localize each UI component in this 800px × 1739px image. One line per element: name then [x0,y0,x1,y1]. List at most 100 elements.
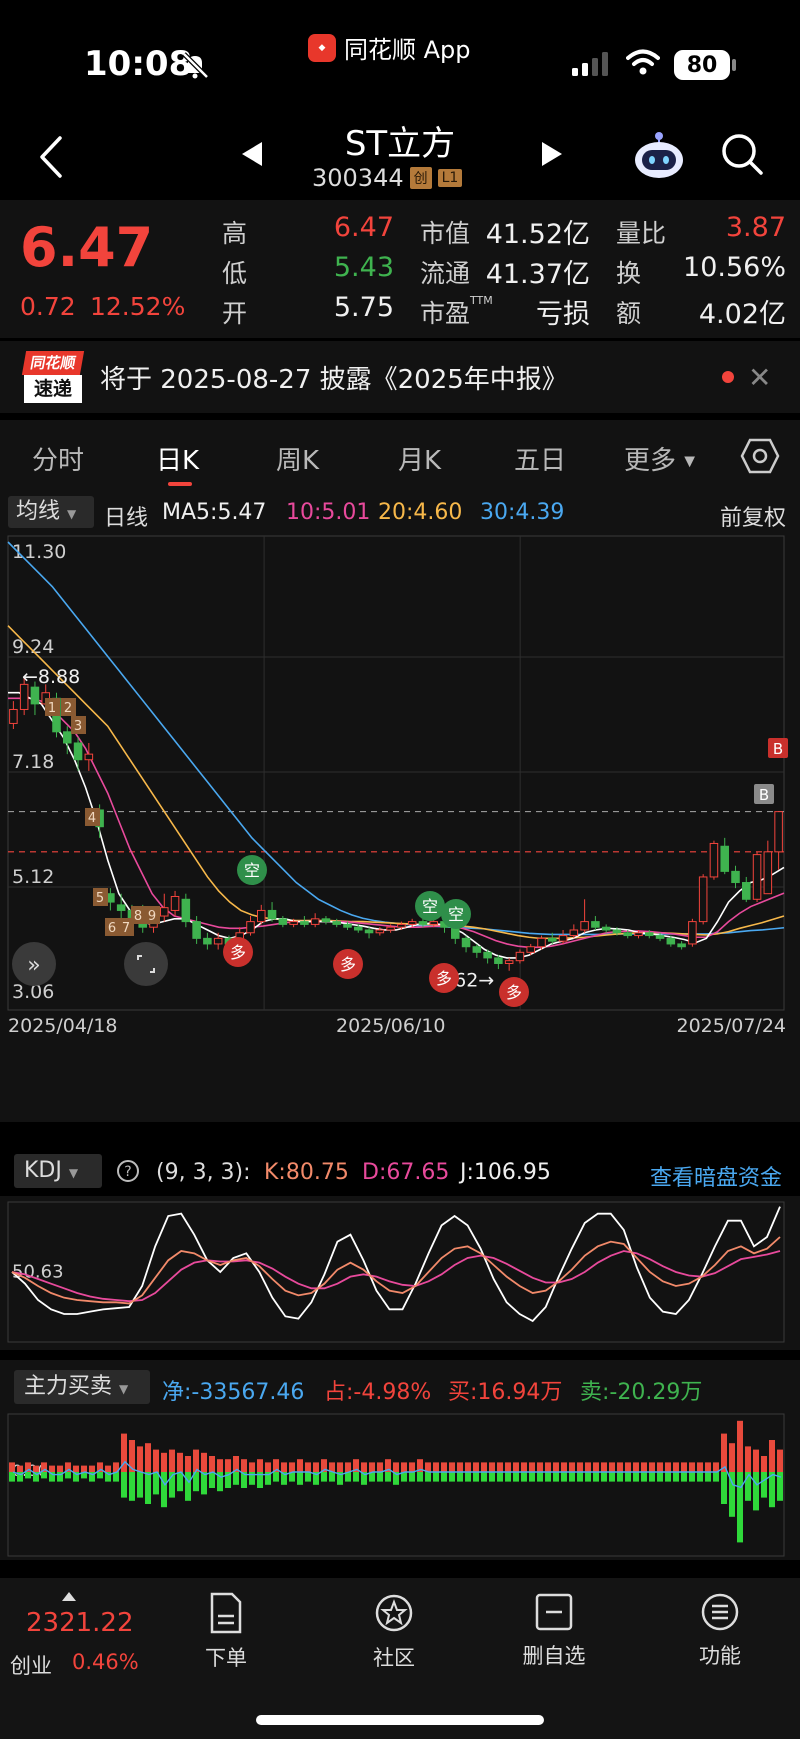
place-order-button[interactable]: 下单 [166,1592,286,1672]
home-indicator[interactable] [256,1715,544,1725]
count-mark-label: 1 [48,701,56,716]
expand-chart-button[interactable]: » [12,942,56,986]
buy-bar [193,1449,199,1472]
battery-level: 80 [674,50,730,80]
main-force-selector[interactable]: 主力买卖 ▼ [14,1370,150,1404]
candle-body [601,926,611,931]
turnover-value: 10.56% [683,252,786,283]
kline-chart[interactable]: 11.309.247.185.123.06←8.883.62→1 23456 78 9… [0,532,800,1122]
candle-body [461,937,471,948]
buy-bar [185,1456,191,1472]
sell-bar [521,1472,527,1482]
sell-bar [505,1472,511,1482]
buy-marker-label: B [759,786,769,804]
sell-bar [673,1472,679,1482]
fullscreen-button[interactable] [124,942,168,986]
buy-bar [601,1462,607,1472]
buy-bar [369,1462,375,1472]
close-icon[interactable]: ✕ [748,361,771,394]
sell-bar [737,1472,743,1543]
sell-bar [577,1472,583,1482]
sell-bar [545,1472,551,1482]
ai-assistant-robot-icon[interactable] [632,130,686,180]
next-stock-icon[interactable] [540,140,564,168]
kdj-params: (9, 3, 3): [156,1160,251,1185]
sell-bar [593,1472,599,1482]
ma-selector[interactable]: 均线 ▼ [8,496,94,528]
price-change-pct: 12.52% [90,292,186,321]
functions-button[interactable]: 功能 [660,1592,780,1670]
buy-bar [145,1443,151,1472]
board-tag: 创 [409,167,432,189]
sell-bar [377,1472,383,1482]
candle-body [645,932,654,937]
buy-bar [577,1462,583,1472]
tab-weekly-k[interactable]: 周K [276,440,319,477]
community-star-icon [375,1594,413,1632]
buy-bar [73,1465,79,1472]
kline-chart-panel[interactable]: 11.30 9.24 7.18 5.12 3.06 ←8.88 3.62→ 1 2 3 4 5 6 7 8 9… [0,532,800,1122]
kdj-k-value: K:80.75 [264,1160,349,1185]
buy-bar [49,1465,55,1472]
help-icon[interactable]: ? [116,1159,140,1183]
buy-bar [585,1462,591,1472]
tab-five-day[interactable]: 五日 [514,440,566,477]
sell-bar [481,1472,487,1482]
candle-body [677,943,686,948]
order-document-icon [210,1592,242,1634]
app-logo-icon: ◆ [308,33,336,62]
chart-period-tabs: 分时 日K 周K 月K 五日 更多 ▼ [0,420,800,492]
sell-bar [433,1472,439,1482]
buy-bar [513,1462,519,1472]
main-force-chart[interactable]: 0.00 [0,1410,800,1560]
sell-bar [513,1472,519,1482]
buy-bar [409,1462,415,1472]
expand-up-icon[interactable] [62,1592,76,1601]
sell-bar [153,1472,159,1495]
candle-body [504,960,514,964]
adjust-mode[interactable]: 前复权 [720,500,786,532]
sell-bar [449,1472,455,1482]
short-signal-label: 空 [448,905,464,924]
kdj-k-line [11,1236,781,1305]
kdj-chart-panel[interactable]: 50.63 [0,1196,800,1350]
candle-body [634,932,643,937]
news-notice-bar[interactable]: 同花顺 速递 将于 2025-08-27 披露《2025年中报》 ✕ [0,341,800,413]
kdj-selector[interactable]: KDJ ▼ [14,1154,102,1188]
level-tag: L1 [437,169,463,187]
notice-text: 将于 2025-08-27 披露《2025年中报》 [100,365,568,395]
settings-hexagon-icon[interactable] [740,438,780,474]
dark-pool-link[interactable]: 查看暗盘资金 [650,1160,782,1192]
candle-body [558,935,568,942]
buy-bar [497,1462,503,1472]
buy-bar [705,1462,711,1472]
last-price: 6.47 [20,216,154,279]
tab-daily-k[interactable]: 日K [156,440,199,477]
community-button[interactable]: 社区 [334,1592,454,1672]
tab-more[interactable]: 更多 ▼ [624,440,695,477]
app-badge[interactable]: ◆ 同花顺 App [308,30,471,65]
buy-bar [737,1420,743,1472]
buy-bar [641,1462,647,1472]
tab-intraday[interactable]: 分时 [32,440,84,477]
index-value[interactable]: 2321.22 [26,1608,134,1638]
remove-watchlist-button[interactable]: 删自选 [494,1592,614,1670]
candle-body [278,918,288,925]
buy-bar [617,1462,623,1472]
long-signal-label: 多 [436,969,452,988]
search-icon[interactable] [720,132,764,176]
x-tick-label: 2025/06/10 [336,1015,446,1037]
kdj-chart[interactable]: 50.63 [0,1196,800,1350]
sell-bar [585,1472,591,1482]
open-value: 5.75 [333,292,394,323]
back-arrow-icon[interactable] [34,132,70,182]
prev-stock-icon[interactable] [240,140,264,168]
buy-bar [169,1449,175,1472]
kdj-header: KDJ ▼ ? (9, 3, 3): K:80.75 D:67.65 J:106… [0,1150,800,1196]
sell-bar [121,1472,127,1498]
app-name: 同花顺 App [344,36,471,64]
sell-bar [465,1472,471,1482]
tab-monthly-k[interactable]: 月K [398,440,441,477]
sell-bar [705,1472,711,1482]
kdj-d-line [11,1250,781,1303]
